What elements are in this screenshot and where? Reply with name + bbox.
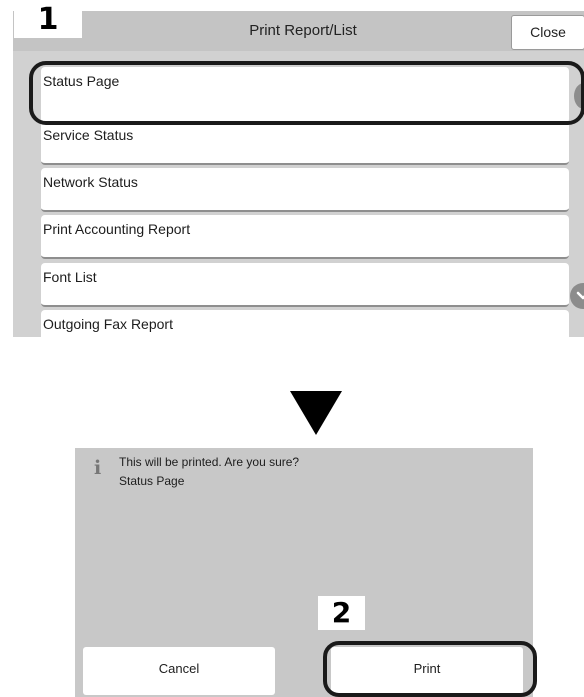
chevron-down-icon bbox=[576, 291, 584, 300]
list-item-print-accounting-report[interactable]: Print Accounting Report bbox=[41, 215, 569, 259]
close-button[interactable]: Close bbox=[511, 15, 584, 50]
print-button-highlight bbox=[323, 641, 537, 697]
selection-highlight bbox=[29, 61, 584, 125]
down-arrow-icon bbox=[290, 391, 342, 435]
scroll-down-button[interactable] bbox=[570, 283, 584, 309]
list-item-font-list[interactable]: Font List bbox=[41, 263, 569, 307]
confirm-message: This will be printed. Are you sure? bbox=[119, 455, 300, 469]
step-number-badge: 2 bbox=[318, 596, 365, 630]
page-title: Print Report/List bbox=[249, 22, 357, 39]
list-item-label: Font List bbox=[43, 269, 97, 285]
list-item-outgoing-fax-report[interactable]: Outgoing Fax Report bbox=[41, 310, 569, 337]
report-name: Status Page bbox=[119, 474, 185, 488]
cancel-button[interactable]: Cancel bbox=[83, 647, 275, 695]
screen-header: Print Report/List Close bbox=[13, 11, 584, 51]
print-report-list-screen: Print Report/List Close Status Page Serv… bbox=[13, 11, 584, 337]
list-item-label: Print Accounting Report bbox=[43, 221, 191, 237]
list-item-label: Service Status bbox=[43, 127, 134, 143]
list-item-network-status[interactable]: Network Status bbox=[41, 168, 569, 212]
list-item-label: Network Status bbox=[43, 174, 138, 190]
list-item-service-status[interactable]: Service Status bbox=[41, 121, 569, 165]
list-item-label: Outgoing Fax Report bbox=[43, 316, 173, 332]
step-number-badge: 1 bbox=[14, 2, 82, 38]
info-icon: i bbox=[94, 457, 102, 479]
